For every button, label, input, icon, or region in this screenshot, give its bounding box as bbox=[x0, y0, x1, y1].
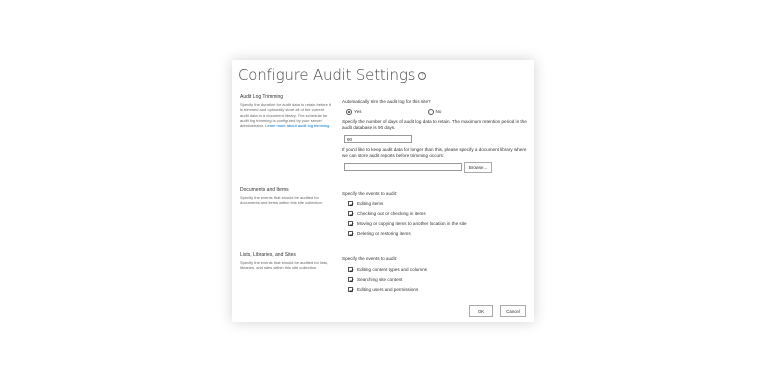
page-title: Configure Audit Settings? bbox=[238, 66, 427, 84]
trim-no-radio[interactable] bbox=[427, 109, 434, 115]
event-moving-items[interactable]: Moving or copying items to another locat… bbox=[348, 221, 467, 227]
retention-days-input[interactable]: 90 bbox=[344, 135, 412, 143]
event-label: Editing content types and columns bbox=[357, 267, 427, 272]
checkbox-checked-icon[interactable] bbox=[348, 211, 354, 217]
event-label: Checking out or checking in items bbox=[357, 211, 426, 216]
ok-button[interactable]: OK bbox=[469, 305, 493, 317]
trimming-description: Specify the duration for audit data to r… bbox=[240, 102, 332, 128]
trim-yes-option[interactable]: Yes bbox=[346, 109, 362, 115]
documents-description: Specify the events that should be audite… bbox=[240, 195, 323, 206]
lists-section-title: Lists, Libraries, and Sites bbox=[240, 252, 296, 258]
checkbox-checked-icon[interactable] bbox=[348, 277, 354, 283]
help-icon[interactable]: ? bbox=[418, 71, 427, 80]
library-label: If you'd like to keep audit data for lon… bbox=[342, 147, 527, 158]
cancel-button[interactable]: Cancel bbox=[500, 305, 526, 317]
trim-yes-radio[interactable] bbox=[346, 109, 352, 115]
trim-question: Automatically trim the audit log for thi… bbox=[342, 99, 431, 104]
trim-no-option[interactable]: No bbox=[427, 109, 442, 115]
event-searching-site-content[interactable]: Searching site content bbox=[348, 277, 403, 283]
event-label: Moving or copying items to another locat… bbox=[357, 221, 467, 226]
event-label: Editing users and permissions bbox=[357, 287, 419, 292]
event-editing-items[interactable]: Editing items bbox=[348, 201, 384, 207]
event-checking-out-items[interactable]: Checking out or checking in items bbox=[348, 211, 426, 217]
event-deleting-items[interactable]: Deleting or restoring items bbox=[348, 231, 411, 237]
checkbox-checked-icon[interactable] bbox=[348, 267, 354, 273]
event-editing-users-permissions[interactable]: Editing users and permissions bbox=[348, 287, 419, 293]
lists-events-label: Specify the events to audit: bbox=[342, 256, 398, 261]
browse-button[interactable]: Browse... bbox=[464, 162, 492, 173]
documents-section-title: Documents and Items bbox=[240, 187, 289, 193]
retention-days-label: Specify the number of days of audit log … bbox=[342, 119, 527, 130]
library-path-input[interactable] bbox=[344, 163, 462, 171]
event-label: Deleting or restoring items bbox=[357, 231, 411, 236]
checkbox-checked-icon[interactable] bbox=[348, 287, 354, 293]
trimming-section-title: Audit Log Trimming bbox=[240, 94, 284, 100]
event-label: Searching site content bbox=[357, 277, 403, 282]
checkbox-checked-icon[interactable] bbox=[348, 221, 354, 227]
learn-more-link[interactable]: Learn more about audit log trimming. bbox=[265, 123, 330, 128]
checkbox-checked-icon[interactable] bbox=[348, 231, 354, 237]
event-editing-content-types[interactable]: Editing content types and columns bbox=[348, 267, 427, 273]
checkbox-checked-icon[interactable] bbox=[348, 201, 354, 207]
trim-radio-group: Yes No bbox=[346, 109, 441, 115]
audit-settings-panel: Configure Audit Settings? Audit Log Trim… bbox=[232, 60, 534, 322]
lists-description: Specify the events that should be audite… bbox=[240, 260, 329, 271]
documents-events-label: Specify the events to audit: bbox=[342, 191, 398, 196]
event-label: Editing items bbox=[357, 201, 384, 206]
trim-yes-label: Yes bbox=[354, 109, 362, 115]
trim-no-label: No bbox=[435, 109, 442, 115]
page-title-text: Configure Audit Settings bbox=[238, 66, 416, 84]
